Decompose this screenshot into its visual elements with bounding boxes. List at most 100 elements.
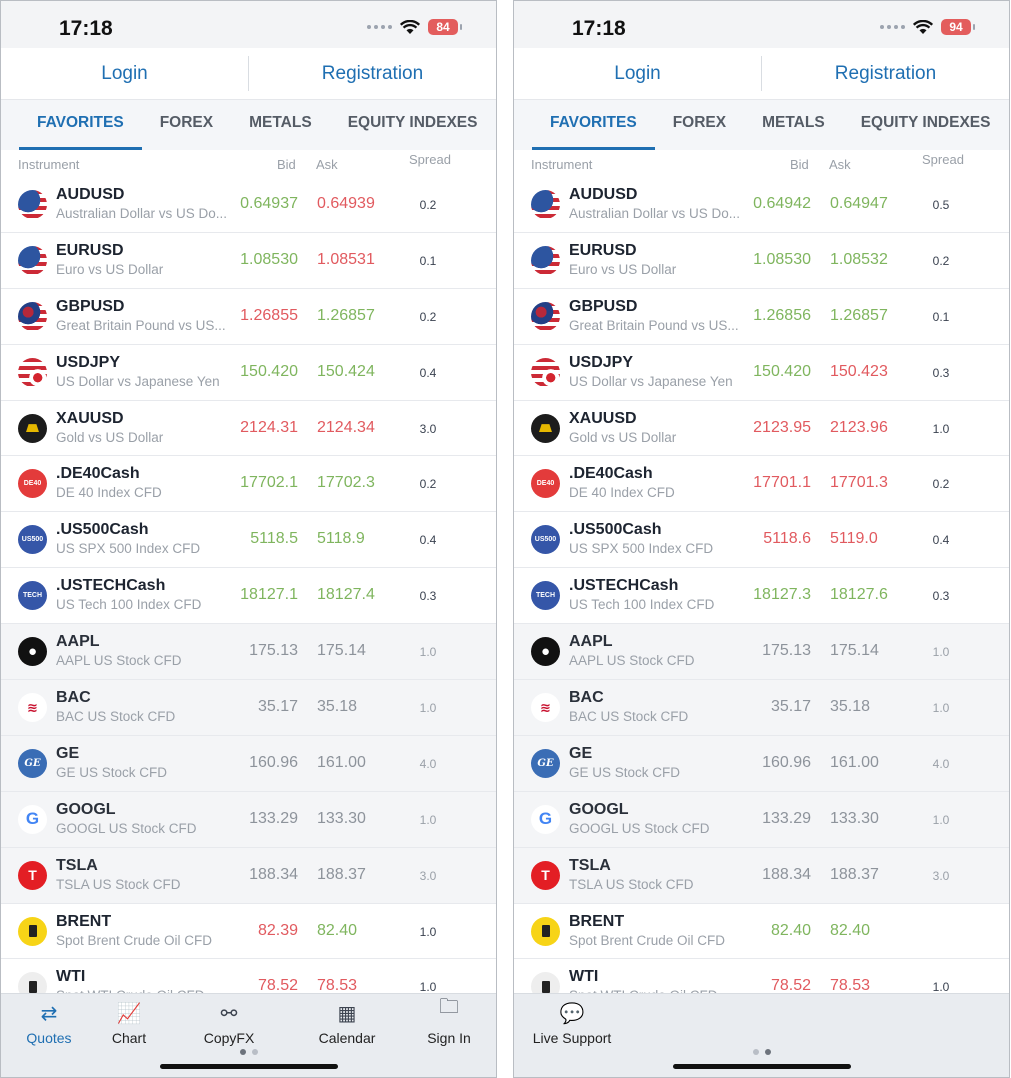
bid-price[interactable]: 2124.31: [218, 419, 298, 437]
quote-row-audusd[interactable]: AUDUSD Australian Dollar vs US Do... 0.649…: [514, 177, 1009, 233]
tab-forex[interactable]: FOREX: [655, 100, 744, 150]
ask-price[interactable]: 17702.3: [317, 474, 407, 492]
ask-price[interactable]: 175.14: [830, 642, 920, 660]
quote-row-tsla[interactable]: T TSLA TSLA US Stock CFD 188.34 188.37 3.0: [1, 847, 496, 904]
bid-price[interactable]: 17701.1: [731, 474, 811, 492]
tab-favorites[interactable]: FAVORITES: [514, 100, 655, 150]
quote-row-us500cash[interactable]: US500 .US500Cash US SPX 500 Index CFD 5118.…: [514, 512, 1009, 569]
ask-price[interactable]: 17701.3: [830, 474, 920, 492]
ask-price[interactable]: 133.30: [830, 810, 920, 828]
nav-item-chart[interactable]: 📈 Chart: [89, 1000, 169, 1046]
quote-row-bac[interactable]: ≋ BAC BAC US Stock CFD 35.17 35.18 1.0: [514, 680, 1009, 736]
ask-price[interactable]: 150.424: [317, 363, 407, 381]
ask-price[interactable]: 0.64947: [830, 195, 920, 213]
tab-metals[interactable]: METALS: [231, 100, 330, 150]
bid-price[interactable]: 35.17: [218, 698, 298, 716]
nav-item-sign-in[interactable]: 🗀 Sign In: [409, 996, 489, 1046]
nav-item-copyfx[interactable]: ⚯ CopyFX: [189, 1000, 269, 1046]
bid-price[interactable]: 2123.95: [731, 419, 811, 437]
quote-row-googl[interactable]: G GOOGL GOOGL US Stock CFD 133.29 133.30 1.0: [1, 791, 496, 848]
bid-price[interactable]: 82.39: [218, 922, 298, 940]
quote-row-ustechcash[interactable]: TECH .USTECHCash US Tech 100 Index CFD 1812…: [514, 568, 1009, 625]
bid-price[interactable]: 1.08530: [731, 251, 811, 269]
bid-price[interactable]: 1.26855: [218, 307, 298, 325]
quote-row-ge[interactable]: GE GE GE US Stock CFD 160.96 161.00 4.0: [1, 735, 496, 792]
bid-price[interactable]: 160.96: [731, 754, 811, 772]
tab-forex[interactable]: FOREX: [142, 100, 231, 150]
bid-price[interactable]: 175.13: [731, 642, 811, 660]
nav-item-live-support[interactable]: 💬 Live Support: [522, 1000, 622, 1046]
ask-price[interactable]: 0.64939: [317, 195, 407, 213]
bid-price[interactable]: 0.64942: [731, 195, 811, 213]
bid-price[interactable]: 82.40: [731, 922, 811, 940]
tab-equity-indexes[interactable]: EQUITY INDEXES: [330, 100, 496, 150]
quote-row-eurusd[interactable]: EURUSD Euro vs US Dollar 1.08530 1.08531 0.1: [1, 232, 496, 289]
quote-row-de40cash[interactable]: DE40 .DE40Cash DE 40 Index CFD 17702.1 17702…: [1, 456, 496, 513]
ask-price[interactable]: 150.423: [830, 363, 920, 381]
nav-item-calendar[interactable]: ▦ Calendar: [307, 1000, 387, 1046]
bid-price[interactable]: 1.26856: [731, 307, 811, 325]
ask-price[interactable]: 1.26857: [830, 307, 920, 325]
bid-price[interactable]: 1.08530: [218, 251, 298, 269]
ask-price[interactable]: 1.08532: [830, 251, 920, 269]
quote-row-brent[interactable]: BRENT Spot Brent Crude Oil CFD 82.40 82.40: [514, 903, 1009, 960]
ask-price[interactable]: 18127.6: [830, 586, 920, 604]
bid-price[interactable]: 175.13: [218, 642, 298, 660]
quote-row-eurusd[interactable]: EURUSD Euro vs US Dollar 1.08530 1.08532 0.2: [514, 232, 1009, 289]
ask-price[interactable]: 5119.0: [830, 530, 920, 548]
bid-price[interactable]: 160.96: [218, 754, 298, 772]
quote-row-audusd[interactable]: AUDUSD Australian Dollar vs US Do... 0.649…: [1, 177, 496, 233]
quote-row-brent[interactable]: BRENT Spot Brent Crude Oil CFD 82.39 82.40 1…: [1, 903, 496, 960]
tab-favorites[interactable]: FAVORITES: [1, 100, 142, 150]
ask-price[interactable]: 175.14: [317, 642, 407, 660]
quote-row-ustechcash[interactable]: TECH .USTECHCash US Tech 100 Index CFD 1812…: [1, 568, 496, 625]
quote-row-bac[interactable]: ≋ BAC BAC US Stock CFD 35.17 35.18 1.0: [1, 680, 496, 736]
registration-button[interactable]: Registration: [762, 48, 1009, 99]
ask-price[interactable]: 1.08531: [317, 251, 407, 269]
quote-row-tsla[interactable]: T TSLA TSLA US Stock CFD 188.34 188.37 3.0: [514, 847, 1009, 904]
bid-price[interactable]: 150.420: [218, 363, 298, 381]
quote-row-usdjpy[interactable]: USDJPY US Dollar vs Japanese Yen 150.420 15…: [514, 344, 1009, 401]
ask-price[interactable]: 188.37: [317, 866, 407, 884]
ask-price[interactable]: 133.30: [317, 810, 407, 828]
bid-price[interactable]: 17702.1: [218, 474, 298, 492]
tab-metals[interactable]: METALS: [744, 100, 843, 150]
quote-row-usdjpy[interactable]: USDJPY US Dollar vs Japanese Yen 150.420 15…: [1, 344, 496, 401]
bid-price[interactable]: 133.29: [731, 810, 811, 828]
quote-row-xauusd[interactable]: XAUUSD Gold vs US Dollar 2124.31 2124.34 3.0: [1, 400, 496, 457]
quote-row-gbpusd[interactable]: GBPUSD Great Britain Pound vs US... 1.2685…: [514, 288, 1009, 345]
bid-price[interactable]: 150.420: [731, 363, 811, 381]
login-button[interactable]: Login: [514, 48, 761, 99]
quote-row-xauusd[interactable]: XAUUSD Gold vs US Dollar 2123.95 2123.96 1.0: [514, 400, 1009, 457]
quote-row-googl[interactable]: G GOOGL GOOGL US Stock CFD 133.29 133.30 1.0: [514, 791, 1009, 848]
quote-row-aapl[interactable]: ● AAPL AAPL US Stock CFD 175.13 175.14 1.0: [1, 624, 496, 681]
ask-price[interactable]: 188.37: [830, 866, 920, 884]
quote-row-aapl[interactable]: ● AAPL AAPL US Stock CFD 175.13 175.14 1.0: [514, 624, 1009, 681]
bid-price[interactable]: 5118.6: [731, 530, 811, 548]
login-button[interactable]: Login: [1, 48, 248, 99]
ask-price[interactable]: 161.00: [317, 754, 407, 772]
ask-price[interactable]: 1.26857: [317, 307, 407, 325]
ask-price[interactable]: 82.40: [830, 922, 920, 940]
ask-price[interactable]: 5118.9: [317, 530, 407, 548]
quote-row-us500cash[interactable]: US500 .US500Cash US SPX 500 Index CFD 5118.…: [1, 512, 496, 569]
nav-item-quotes[interactable]: ⇄ Quotes: [9, 1000, 89, 1046]
bid-price[interactable]: 5118.5: [218, 530, 298, 548]
bid-price[interactable]: 133.29: [218, 810, 298, 828]
bid-price[interactable]: 0.64937: [218, 195, 298, 213]
quote-row-ge[interactable]: GE GE GE US Stock CFD 160.96 161.00 4.0: [514, 735, 1009, 792]
registration-button[interactable]: Registration: [249, 48, 496, 99]
quote-row-de40cash[interactable]: DE40 .DE40Cash DE 40 Index CFD 17701.1 17701…: [514, 456, 1009, 513]
bid-price[interactable]: 18127.1: [218, 586, 298, 604]
ask-price[interactable]: 18127.4: [317, 586, 407, 604]
ask-price[interactable]: 35.18: [830, 698, 920, 716]
bid-price[interactable]: 188.34: [731, 866, 811, 884]
bid-price[interactable]: 188.34: [218, 866, 298, 884]
quote-row-gbpusd[interactable]: GBPUSD Great Britain Pound vs US... 1.2685…: [1, 288, 496, 345]
tab-equity-indexes[interactable]: EQUITY INDEXES: [843, 100, 1009, 150]
bid-price[interactable]: 18127.3: [731, 586, 811, 604]
ask-price[interactable]: 161.00: [830, 754, 920, 772]
bid-price[interactable]: 35.17: [731, 698, 811, 716]
ask-price[interactable]: 82.40: [317, 922, 407, 940]
ask-price[interactable]: 2124.34: [317, 419, 407, 437]
